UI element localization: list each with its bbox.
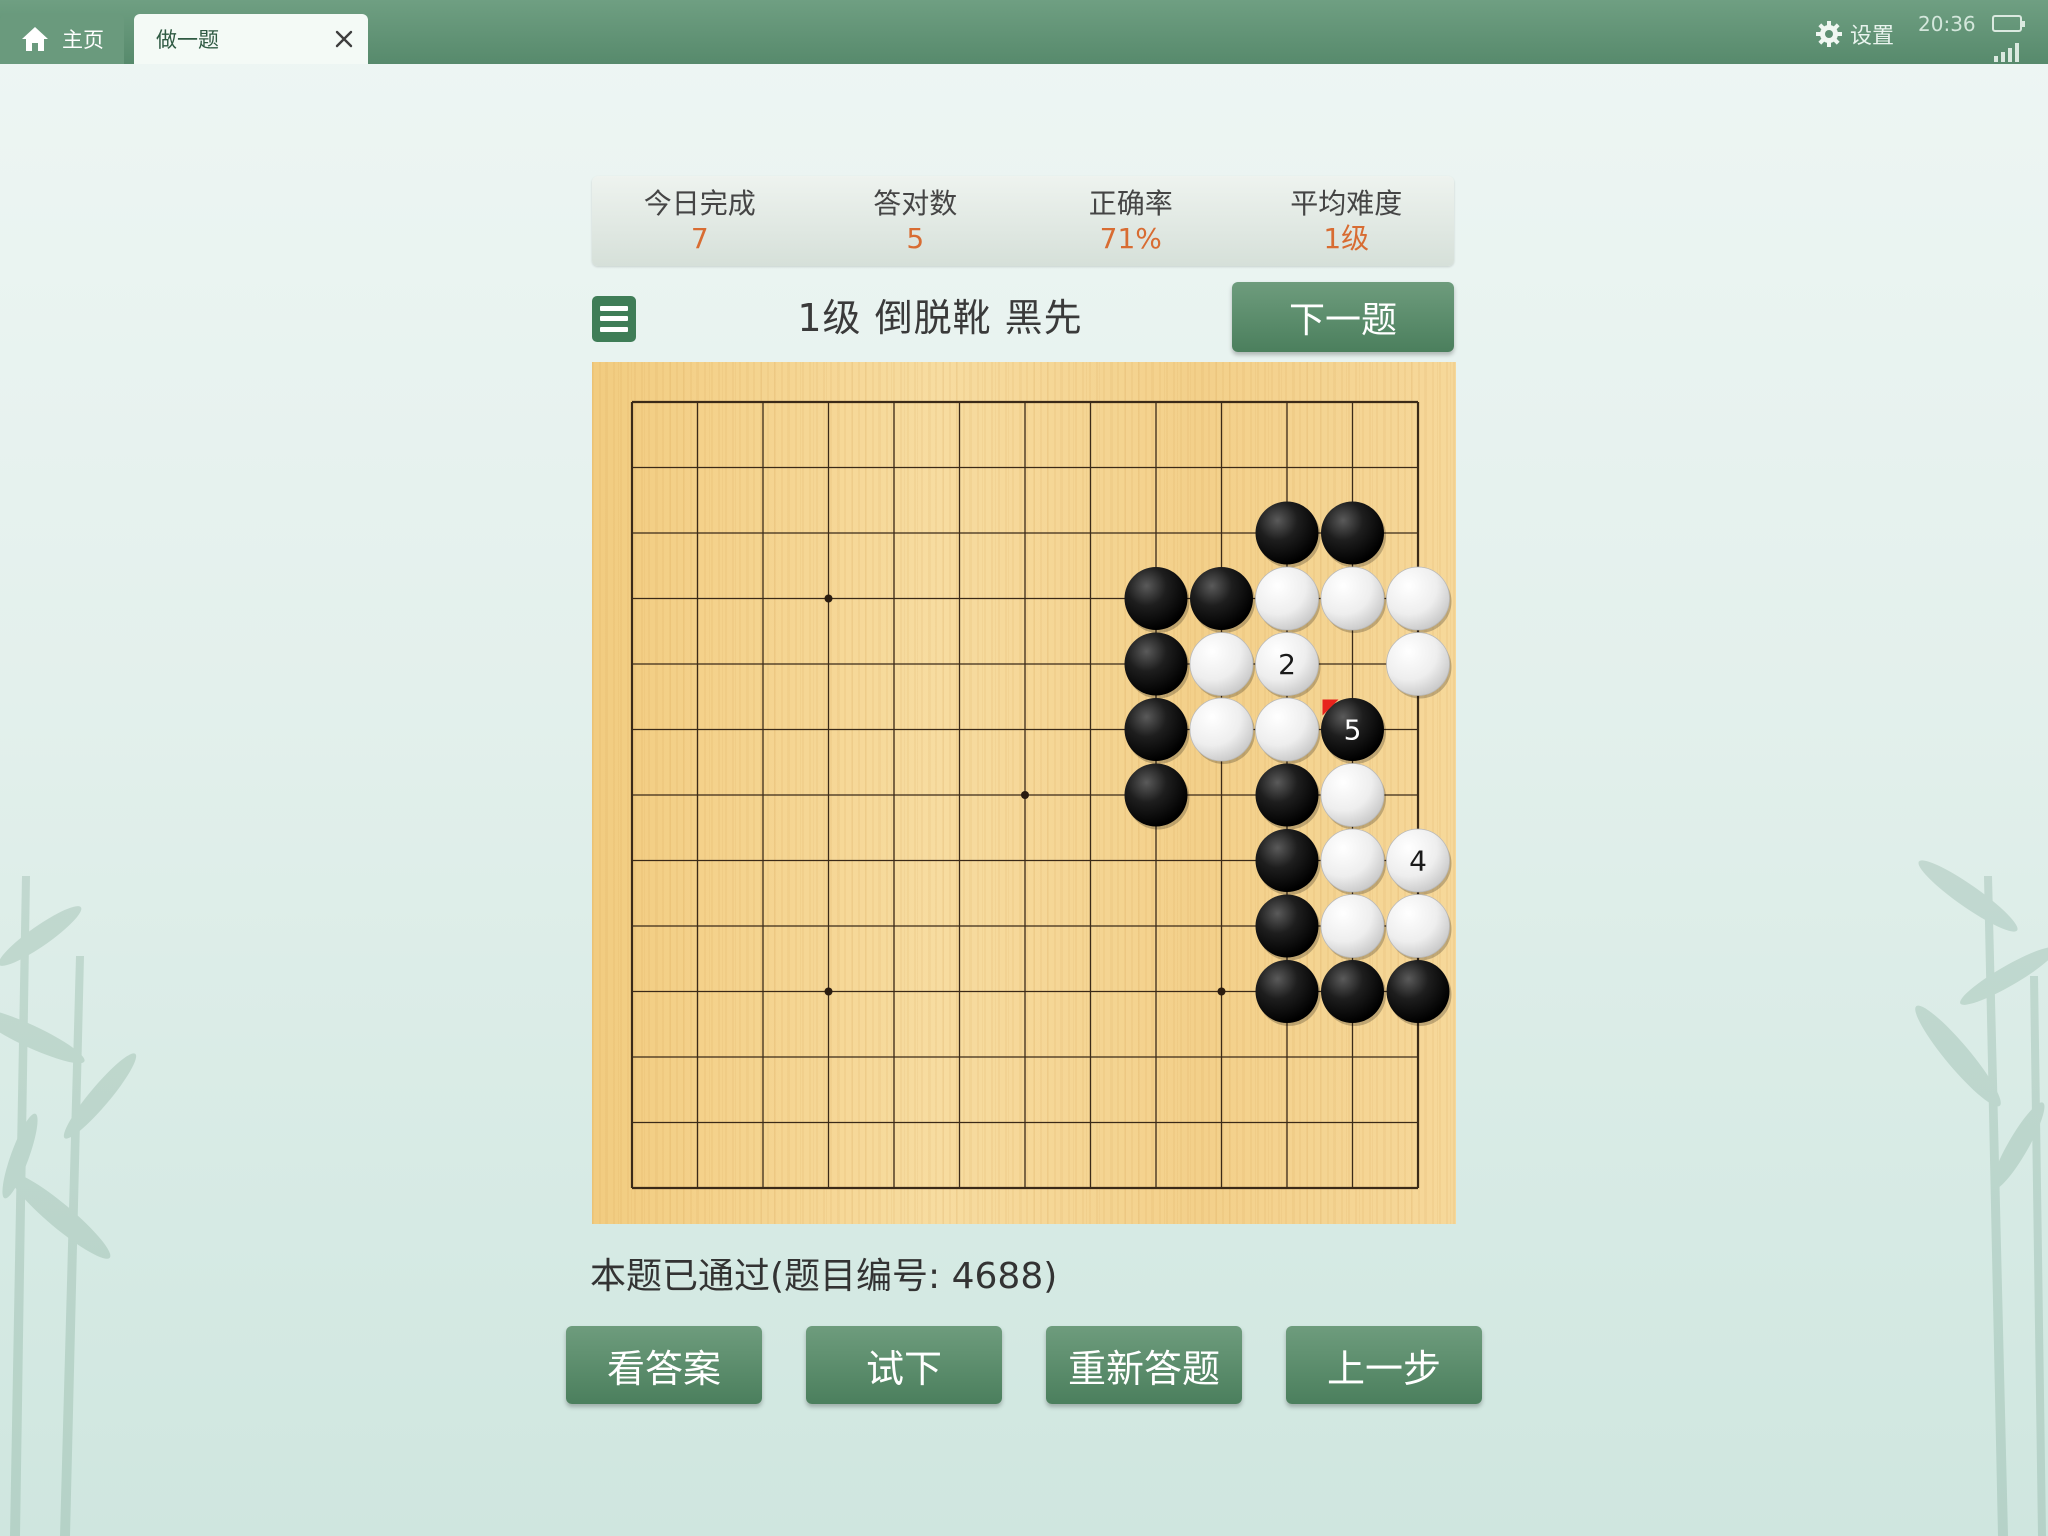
clock-time: 20:36 bbox=[1918, 12, 1976, 36]
stat-value: 7 bbox=[690, 222, 709, 255]
white-stone bbox=[1386, 632, 1452, 699]
black-stone bbox=[1124, 567, 1190, 633]
star-point bbox=[1021, 791, 1029, 799]
move-number: 5 bbox=[1344, 714, 1362, 747]
white-stone bbox=[1320, 828, 1386, 895]
go-board[interactable]: 2 5 4 bbox=[592, 362, 1456, 1224]
stat-correct-count: 答对数 5 bbox=[808, 176, 1024, 266]
settings-label: 设置 bbox=[1850, 24, 1895, 49]
show-answer-button[interactable]: 看答案 bbox=[566, 1326, 762, 1404]
black-stone bbox=[1386, 960, 1452, 1026]
stat-label: 平均难度 bbox=[1290, 187, 1403, 220]
stat-accuracy: 正确率 71% bbox=[1023, 176, 1239, 266]
tab-home[interactable]: 主页 bbox=[0, 14, 124, 64]
white-stone bbox=[1189, 632, 1255, 699]
gear-icon bbox=[1816, 21, 1842, 47]
home-icon bbox=[22, 27, 48, 51]
stat-label: 正确率 bbox=[1088, 187, 1173, 220]
previous-step-button[interactable]: 上一步 bbox=[1286, 1326, 1482, 1404]
white-stone bbox=[1320, 894, 1386, 961]
problem-status: 本题已通过(题目编号: 4688) bbox=[590, 1256, 1058, 1297]
retry-button[interactable]: 重新答题 bbox=[1046, 1326, 1242, 1404]
stat-value: 5 bbox=[906, 222, 925, 255]
settings-button[interactable]: 设置 bbox=[1814, 18, 1894, 50]
top-bar: 主页 做一题 设置 20:36 bbox=[0, 0, 2048, 64]
white-stone bbox=[1255, 566, 1321, 633]
tab-current-label: 做一题 bbox=[156, 28, 219, 52]
stat-value: 71% bbox=[1099, 222, 1162, 255]
white-stone bbox=[1255, 697, 1321, 764]
next-problem-button[interactable]: 下一题 bbox=[1232, 282, 1454, 352]
black-stone bbox=[1124, 632, 1190, 699]
star-point bbox=[1217, 987, 1226, 996]
black-stone bbox=[1255, 829, 1321, 895]
tab-home-label: 主页 bbox=[62, 28, 104, 52]
close-icon[interactable] bbox=[330, 25, 358, 53]
tab-current[interactable]: 做一题 bbox=[134, 14, 368, 64]
white-stone bbox=[1386, 894, 1452, 961]
stat-label: 今日完成 bbox=[643, 187, 756, 220]
menu-button[interactable] bbox=[592, 296, 636, 342]
white-stone bbox=[1320, 566, 1386, 633]
stat-label: 答对数 bbox=[873, 187, 958, 220]
problem-title: 1级 倒脱靴 黑先 bbox=[797, 296, 1083, 340]
white-stone bbox=[1320, 763, 1386, 830]
black-stone bbox=[1321, 501, 1386, 568]
black-stone bbox=[1321, 960, 1386, 1026]
black-stone bbox=[1255, 501, 1321, 568]
black-stone: 5 bbox=[1321, 698, 1386, 764]
stat-average-difficulty: 平均难度 1级 bbox=[1239, 176, 1455, 266]
star-point bbox=[824, 987, 833, 996]
board-grid[interactable]: 2 5 4 bbox=[592, 362, 1456, 1224]
white-stone: 2 bbox=[1255, 632, 1321, 699]
bamboo-decoration-left bbox=[0, 876, 137, 1536]
stat-value: 1级 bbox=[1323, 222, 1370, 255]
signal-icon bbox=[1994, 43, 2019, 62]
white-stone bbox=[1189, 697, 1255, 764]
move-number: 4 bbox=[1409, 845, 1427, 878]
bamboo-decoration-right bbox=[1915, 860, 2048, 1536]
black-stone bbox=[1190, 567, 1255, 633]
battery-icon bbox=[1992, 15, 2025, 32]
move-number: 2 bbox=[1278, 648, 1296, 681]
white-stone bbox=[1386, 566, 1452, 633]
try-move-button[interactable]: 试下 bbox=[806, 1326, 1002, 1404]
black-stone bbox=[1255, 763, 1321, 830]
stat-today-completed: 今日完成 7 bbox=[592, 176, 808, 266]
white-stone: 4 bbox=[1386, 828, 1452, 895]
stats-bar: 今日完成 7 答对数 5 正确率 71% 平均难度 1级 bbox=[592, 176, 1454, 266]
black-stone bbox=[1124, 698, 1190, 764]
black-stone bbox=[1255, 960, 1321, 1026]
star-point bbox=[824, 594, 833, 603]
black-stone bbox=[1124, 763, 1190, 830]
black-stone bbox=[1255, 894, 1321, 961]
